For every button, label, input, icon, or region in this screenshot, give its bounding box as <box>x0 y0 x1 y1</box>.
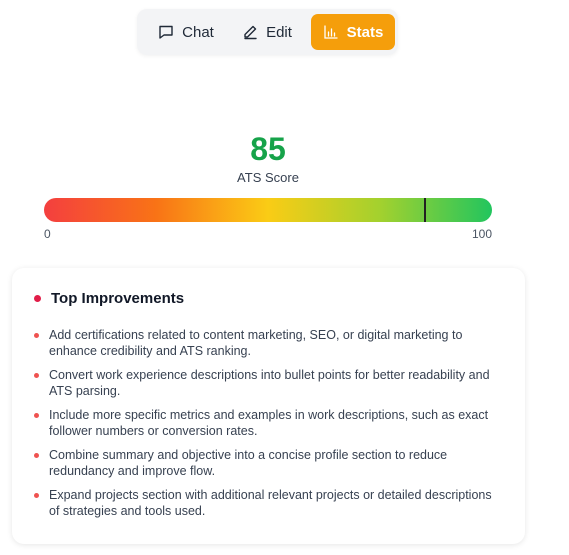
bullet-icon <box>34 493 39 498</box>
pencil-icon <box>244 25 257 40</box>
list-item-text: Expand projects section with additional … <box>49 488 492 518</box>
list-item: Add certifications related to content ma… <box>34 327 504 359</box>
tab-edit[interactable]: Edit <box>231 14 303 50</box>
ats-score-gauge <box>44 198 492 222</box>
tab-edit-label: Edit <box>266 23 292 41</box>
list-item: Combine summary and objective into a con… <box>34 447 504 479</box>
gauge-min-label: 0 <box>44 227 51 241</box>
list-item: Expand projects section with additional … <box>34 487 504 519</box>
list-item: Include more specific metrics and exampl… <box>34 407 504 439</box>
list-item-text: Combine summary and objective into a con… <box>49 448 448 478</box>
view-tabs: Chat Edit Stats <box>137 9 398 55</box>
improvements-header: Top Improvements <box>34 290 184 307</box>
bar-chart-icon <box>324 25 338 39</box>
list-item-text: Include more specific metrics and exampl… <box>49 408 489 438</box>
tab-chat-label: Chat <box>182 23 214 41</box>
improvements-card: Top Improvements Add certifications rela… <box>12 268 525 544</box>
list-item: Convert work experience descriptions int… <box>34 367 504 399</box>
gauge-max-label: 100 <box>471 227 492 241</box>
list-item-text: Add certifications related to content ma… <box>49 328 463 358</box>
improvements-list: Add certifications related to content ma… <box>34 327 504 527</box>
bullet-icon <box>34 333 39 338</box>
bullet-icon <box>34 413 39 418</box>
list-item-text: Convert work experience descriptions int… <box>49 368 490 398</box>
bullet-icon <box>34 453 39 458</box>
improvements-title: Top Improvements <box>51 290 185 307</box>
ats-score-value: 85 <box>250 131 286 167</box>
ats-score-label: ATS Score <box>237 170 299 185</box>
tab-chat[interactable]: Chat <box>145 14 227 50</box>
bullet-icon <box>34 373 39 378</box>
chat-bubble-icon <box>159 25 173 39</box>
tab-stats-label: Stats <box>346 23 384 41</box>
red-dot-icon <box>34 295 41 302</box>
stats-page: Chat Edit Stats 85 ATS Score 0 100 Top I… <box>0 0 569 555</box>
gauge-marker <box>424 198 426 222</box>
tab-stats[interactable]: Stats <box>311 14 395 50</box>
